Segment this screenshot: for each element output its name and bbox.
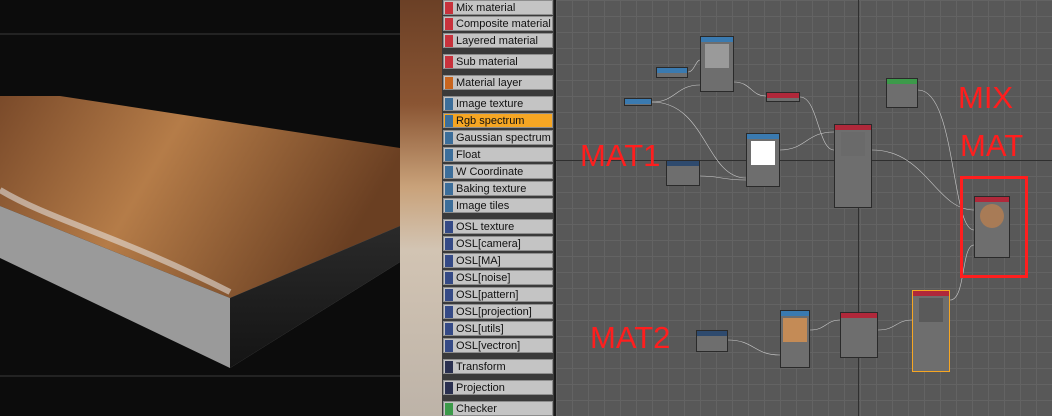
palette-swatch — [445, 361, 453, 373]
palette-item-baking-texture[interactable]: Baking texture — [443, 181, 553, 196]
palette-swatch — [445, 132, 453, 144]
palette-item-label: OSL[noise] — [456, 272, 511, 284]
palette-item-composite-material[interactable]: Composite material — [443, 16, 553, 31]
annotation-mat2: MAT2 — [590, 320, 671, 355]
render-viewport[interactable] — [0, 0, 400, 416]
palette-swatch — [445, 340, 453, 352]
palette-item-label: Rgb spectrum — [456, 115, 525, 127]
palette-item-mix-material[interactable]: Mix material — [443, 0, 553, 15]
palette-swatch — [445, 149, 453, 161]
palette-item-label: OSL[camera] — [456, 238, 521, 250]
palette-item-transform[interactable]: Transform — [443, 359, 553, 374]
viewport-edge-strip — [400, 0, 442, 416]
annotation-mat1: MAT1 — [580, 138, 661, 173]
palette-item-label: Layered material — [456, 35, 538, 47]
palette-swatch — [445, 183, 453, 195]
palette-item-osl-projection[interactable]: OSL[projection] — [443, 304, 553, 319]
palette-item-osl-utils[interactable]: OSL[utils] — [443, 321, 553, 336]
palette-swatch — [445, 272, 453, 284]
palette-item-osl-ma[interactable]: OSL[MA] — [443, 253, 553, 268]
palette-swatch — [445, 306, 453, 318]
palette-swatch — [445, 403, 453, 415]
palette-item-label: Material layer — [456, 77, 523, 89]
palette-item-osl-noise[interactable]: OSL[noise] — [443, 270, 553, 285]
node-universal-material-1[interactable] — [834, 124, 872, 208]
palette-item-layered-material[interactable]: Layered material — [443, 33, 553, 48]
palette-swatch — [445, 221, 453, 233]
node-float[interactable] — [624, 98, 652, 106]
node-image-texture-3[interactable] — [780, 310, 810, 368]
node-rgb-spectrum[interactable] — [656, 67, 688, 78]
palette-item-float[interactable]: Float — [443, 147, 553, 162]
palette-swatch — [445, 18, 453, 30]
palette-swatch — [445, 2, 453, 14]
wooden-board-render — [0, 0, 400, 416]
node-image-texture-2[interactable] — [746, 133, 780, 187]
palette-swatch — [445, 323, 453, 335]
palette-item-label: OSL[vectron] — [456, 340, 521, 352]
palette-item-label: OSL[MA] — [456, 255, 501, 267]
palette-item-osl-texture[interactable]: OSL texture — [443, 219, 553, 234]
palette-swatch — [445, 56, 453, 68]
palette-item-label: Mix material — [456, 2, 516, 14]
palette-swatch — [445, 166, 453, 178]
palette-item-checker[interactable]: Checker — [443, 401, 553, 416]
palette-item-image-texture[interactable]: Image texture — [443, 96, 553, 111]
palette-item-material-layer[interactable]: Material layer — [443, 75, 553, 90]
node-displacement[interactable] — [766, 92, 800, 102]
node-transform-2[interactable] — [696, 330, 728, 352]
node-palette: Mix material Composite material Layered … — [442, 0, 554, 416]
palette-swatch — [445, 200, 453, 212]
palette-swatch — [445, 289, 453, 301]
palette-swatch — [445, 115, 453, 127]
node-image-texture-1[interactable] — [700, 36, 734, 92]
palette-item-label: Composite material — [456, 18, 551, 30]
palette-item-sub-material[interactable]: Sub material — [443, 54, 553, 69]
palette-item-w-coordinate[interactable]: W Coordinate — [443, 164, 553, 179]
annotation-mix: MIX — [958, 80, 1014, 115]
palette-item-label: Baking texture — [456, 183, 527, 195]
palette-item-label: Float — [456, 149, 481, 161]
annotation-mat: MAT — [960, 128, 1024, 163]
palette-item-projection[interactable]: Projection — [443, 380, 553, 395]
palette-item-label: OSL[pattern] — [456, 289, 519, 301]
palette-item-osl-pattern[interactable]: OSL[pattern] — [443, 287, 553, 302]
palette-item-label: OSL[projection] — [456, 306, 532, 318]
palette-item-osl-vectron[interactable]: OSL[vectron] — [443, 338, 553, 353]
mix-material-highlight-box — [960, 176, 1028, 278]
palette-item-label: Image tiles — [456, 200, 510, 212]
palette-swatch — [445, 35, 453, 47]
palette-item-osl-camera[interactable]: OSL[camera] — [443, 236, 553, 251]
palette-item-gaussian-spectrum[interactable]: Gaussian spectrum — [443, 130, 553, 145]
palette-swatch — [445, 77, 453, 89]
node-transform-1[interactable] — [666, 160, 700, 186]
palette-item-image-tiles[interactable]: Image tiles — [443, 198, 553, 213]
palette-item-label: Image texture — [456, 98, 524, 110]
palette-item-label: Projection — [456, 382, 505, 394]
palette-item-label: Transform — [456, 361, 506, 373]
node-float-2[interactable] — [886, 78, 918, 108]
palette-item-rgb-spectrum[interactable]: Rgb spectrum — [443, 113, 553, 128]
palette-item-label: Gaussian spectrum — [456, 132, 551, 144]
palette-item-label: Sub material — [456, 56, 518, 68]
palette-swatch — [445, 255, 453, 267]
node-universal-material-2[interactable] — [912, 290, 950, 372]
palette-item-label: OSL texture — [456, 221, 515, 233]
palette-item-label: W Coordinate — [456, 166, 524, 178]
palette-swatch — [445, 382, 453, 394]
palette-swatch — [445, 98, 453, 110]
palette-item-label: Checker — [456, 403, 497, 415]
node-color-correction[interactable] — [840, 312, 878, 358]
palette-swatch — [445, 238, 453, 250]
palette-item-label: OSL[utils] — [456, 323, 504, 335]
